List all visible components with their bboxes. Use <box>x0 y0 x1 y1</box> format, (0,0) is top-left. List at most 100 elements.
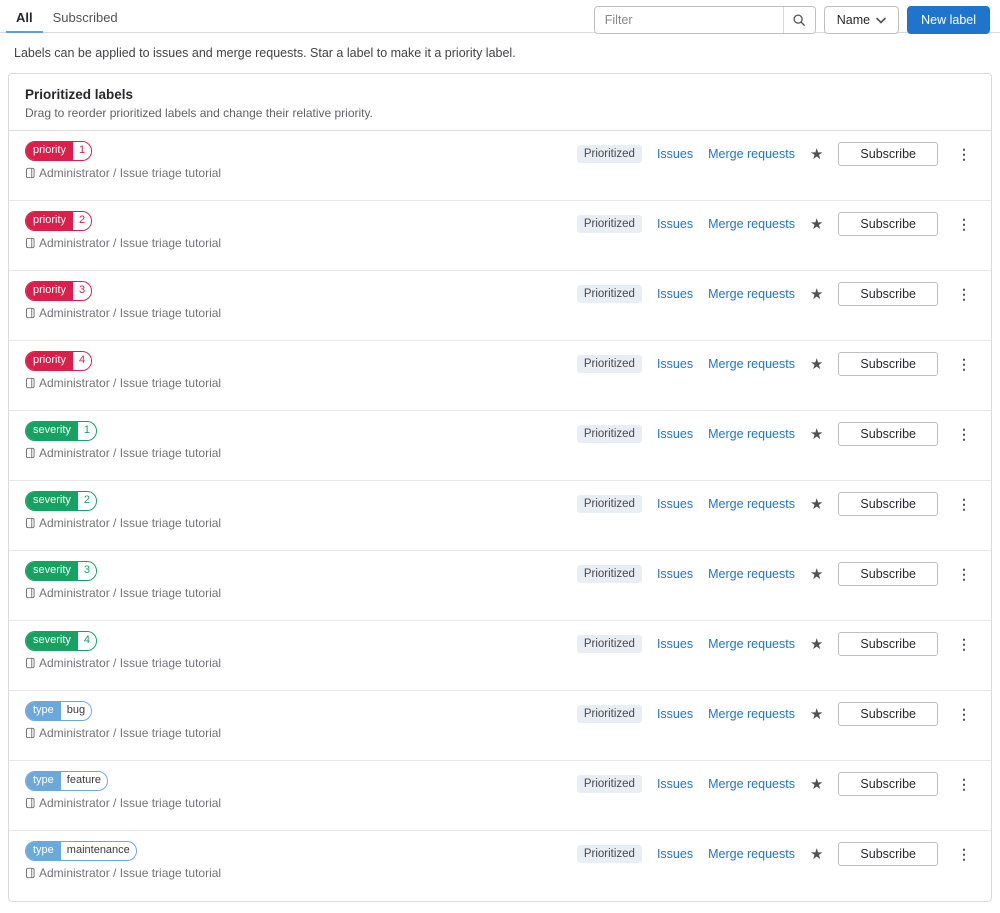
project-icon <box>26 237 35 249</box>
scoped-label-badge[interactable]: severity 2 <box>25 491 98 511</box>
subscribe-button[interactable]: Subscribe <box>838 562 938 586</box>
merge-requests-link[interactable]: Merge requests <box>708 357 795 371</box>
subscribe-button[interactable]: Subscribe <box>838 492 938 516</box>
subscribe-button[interactable]: Subscribe <box>838 632 938 656</box>
star-icon[interactable]: ★ <box>810 637 823 652</box>
issues-link[interactable]: Issues <box>657 847 693 861</box>
kebab-menu-icon[interactable]: ⋮ <box>953 497 975 511</box>
scoped-label-badge[interactable]: type maintenance <box>25 841 137 861</box>
star-icon[interactable]: ★ <box>810 287 823 302</box>
project-name: Administrator / Issue triage tutorial <box>25 796 221 811</box>
label-row-actions: Prioritized Issues Merge requests ★ Subs… <box>576 491 975 517</box>
kebab-menu-icon[interactable]: ⋮ <box>953 707 975 721</box>
filter-group <box>593 6 816 34</box>
label-scope: type <box>26 772 61 790</box>
scoped-label-badge[interactable]: priority 4 <box>25 351 93 371</box>
star-icon[interactable]: ★ <box>810 497 823 512</box>
scoped-label-badge[interactable]: severity 1 <box>25 421 98 441</box>
merge-requests-link[interactable]: Merge requests <box>708 637 795 651</box>
project-name-text: Administrator / Issue triage tutorial <box>39 306 222 320</box>
scoped-label-badge[interactable]: severity 3 <box>25 561 98 581</box>
kebab-menu-icon[interactable]: ⋮ <box>953 637 975 651</box>
label-info: priority 1 Administrator / Issue triage t… <box>25 140 221 181</box>
kebab-menu-icon[interactable]: ⋮ <box>953 357 975 371</box>
subscribe-button[interactable]: Subscribe <box>838 842 938 866</box>
merge-requests-link[interactable]: Merge requests <box>708 777 795 791</box>
issues-link[interactable]: Issues <box>657 567 693 581</box>
merge-requests-link[interactable]: Merge requests <box>708 707 795 721</box>
label-scope: type <box>26 702 61 720</box>
label-info: type maintenance Administrator / Issue tr… <box>25 840 221 881</box>
kebab-menu-icon[interactable]: ⋮ <box>953 427 975 441</box>
merge-requests-link[interactable]: Merge requests <box>708 217 795 231</box>
search-button[interactable] <box>782 7 815 33</box>
star-icon[interactable]: ★ <box>810 357 823 372</box>
merge-requests-link[interactable]: Merge requests <box>708 497 795 511</box>
kebab-menu-icon[interactable]: ⋮ <box>953 217 975 231</box>
label-info: severity 2 Administrator / Issue triage t… <box>25 490 221 531</box>
issues-link[interactable]: Issues <box>657 147 693 161</box>
label-row-actions: Prioritized Issues Merge requests ★ Subs… <box>576 211 975 237</box>
subscribe-button[interactable]: Subscribe <box>838 422 938 446</box>
label-value: maintenance <box>60 842 136 860</box>
card-subtitle: Drag to reorder prioritized labels and c… <box>25 106 373 120</box>
subscribe-button[interactable]: Subscribe <box>838 212 938 236</box>
sort-by-name-dropdown[interactable]: Name <box>823 6 900 34</box>
star-icon[interactable]: ★ <box>810 567 823 582</box>
issues-link[interactable]: Issues <box>657 287 693 301</box>
star-icon[interactable]: ★ <box>810 847 823 862</box>
issues-link[interactable]: Issues <box>657 707 693 721</box>
label-row: severity 4 Administrator / Issue triage t… <box>9 621 991 691</box>
subscribe-button[interactable]: Subscribe <box>838 142 938 166</box>
issues-link[interactable]: Issues <box>657 637 693 651</box>
label-scope: severity <box>26 632 78 650</box>
label-value: feature <box>60 772 108 790</box>
merge-requests-link[interactable]: Merge requests <box>708 287 795 301</box>
issues-link[interactable]: Issues <box>657 357 693 371</box>
label-scope: severity <box>26 422 78 440</box>
subscribe-button[interactable]: Subscribe <box>838 352 938 376</box>
tab-all[interactable]: All <box>6 1 43 33</box>
star-icon[interactable]: ★ <box>810 147 823 162</box>
label-info: severity 1 Administrator / Issue triage t… <box>25 420 221 461</box>
filter-input[interactable] <box>594 7 783 33</box>
scoped-label-badge[interactable]: severity 4 <box>25 631 98 651</box>
star-icon[interactable]: ★ <box>810 217 823 232</box>
subscribe-button[interactable]: Subscribe <box>838 772 938 796</box>
scoped-label-badge[interactable]: priority 2 <box>25 211 93 231</box>
merge-requests-link[interactable]: Merge requests <box>708 147 795 161</box>
kebab-menu-icon[interactable]: ⋮ <box>953 287 975 301</box>
star-icon[interactable]: ★ <box>810 427 823 442</box>
prioritized-badge: Prioritized <box>576 215 642 233</box>
star-icon[interactable]: ★ <box>810 777 823 792</box>
project-name-text: Administrator / Issue triage tutorial <box>39 866 222 880</box>
scoped-label-badge[interactable]: type bug <box>25 701 93 721</box>
project-name: Administrator / Issue triage tutorial <box>25 656 221 671</box>
project-icon <box>26 657 35 669</box>
kebab-menu-icon[interactable]: ⋮ <box>953 847 975 861</box>
kebab-menu-icon[interactable]: ⋮ <box>953 567 975 581</box>
scoped-label-badge[interactable]: priority 3 <box>25 281 93 301</box>
subscribe-button[interactable]: Subscribe <box>838 702 938 726</box>
project-name: Administrator / Issue triage tutorial <box>25 726 221 741</box>
issues-link[interactable]: Issues <box>657 777 693 791</box>
scoped-label-badge[interactable]: type feature <box>25 771 109 791</box>
label-row-actions: Prioritized Issues Merge requests ★ Subs… <box>576 281 975 307</box>
kebab-menu-icon[interactable]: ⋮ <box>953 147 975 161</box>
star-icon[interactable]: ★ <box>810 707 823 722</box>
project-icon <box>26 587 35 599</box>
label-row-actions: Prioritized Issues Merge requests ★ Subs… <box>576 561 975 587</box>
merge-requests-link[interactable]: Merge requests <box>708 847 795 861</box>
tab-subscribed[interactable]: Subscribed <box>43 1 128 33</box>
new-label-button[interactable]: New label <box>907 6 990 34</box>
subscribe-button[interactable]: Subscribe <box>838 282 938 306</box>
scoped-label-badge[interactable]: priority 1 <box>25 141 93 161</box>
label-info: priority 3 Administrator / Issue triage t… <box>25 280 221 321</box>
issues-link[interactable]: Issues <box>657 497 693 511</box>
issues-link[interactable]: Issues <box>657 427 693 441</box>
kebab-menu-icon[interactable]: ⋮ <box>953 777 975 791</box>
merge-requests-link[interactable]: Merge requests <box>708 567 795 581</box>
project-name-text: Administrator / Issue triage tutorial <box>39 376 222 390</box>
issues-link[interactable]: Issues <box>657 217 693 231</box>
merge-requests-link[interactable]: Merge requests <box>708 427 795 441</box>
